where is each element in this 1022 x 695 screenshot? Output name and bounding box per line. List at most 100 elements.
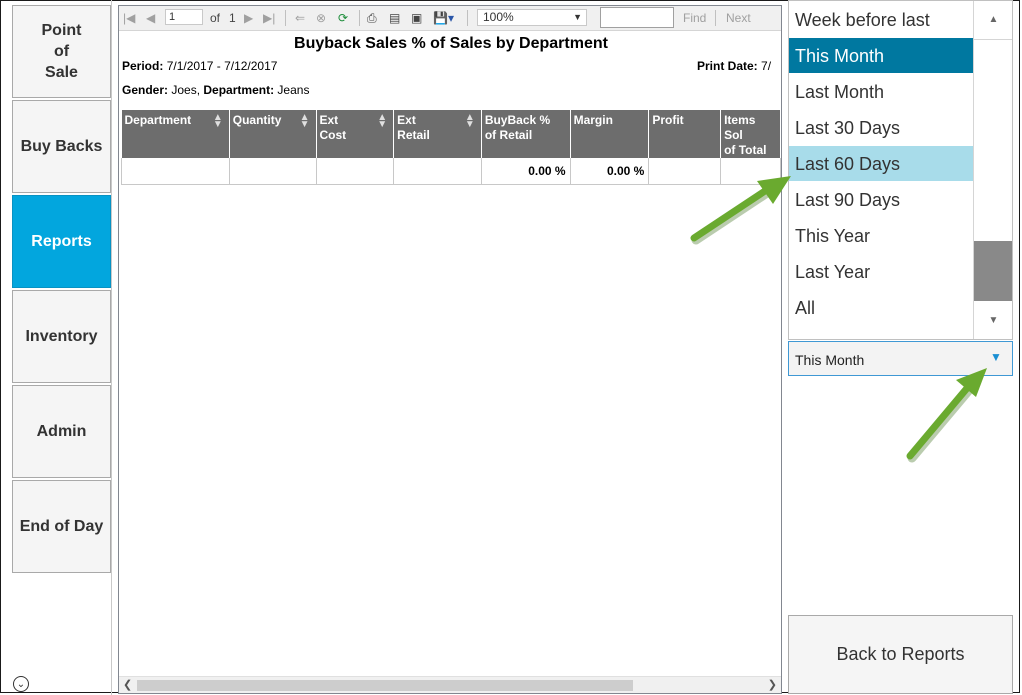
list-item[interactable]: Last Year [789, 254, 973, 289]
column-header-buyback-pct[interactable]: BuyBack % of Retail [481, 110, 571, 158]
print-date-line: Print Date: 7/ [697, 59, 771, 73]
nav-buy-backs-button[interactable]: Buy Backs [12, 100, 111, 193]
table-header-row: Department ▲ ▼ Quantity ▲ ▼ Ext Cost ▲ ▼ Ext R… [121, 110, 781, 158]
table-cell [393, 158, 482, 185]
first-page-icon[interactable]: |◀ [123, 11, 135, 25]
column-header-department[interactable]: Department ▲ ▼ [121, 110, 230, 158]
horizontal-scrollbar[interactable]: ❮ ❯ [119, 676, 781, 693]
print-icon[interactable]: ⎙ [367, 11, 377, 25]
page-setup-icon[interactable]: ▣ [411, 11, 422, 25]
column-header-items-sold[interactable]: Items Sol of Total [720, 110, 781, 158]
scrollbar-thumb[interactable] [974, 241, 1012, 301]
last-page-icon[interactable]: ▶| [263, 11, 275, 25]
table-cell [228, 158, 317, 185]
table-cell: 0.00 % [480, 158, 571, 185]
list-item-highlighted[interactable]: Last 60 Days [789, 146, 973, 181]
chevron-up-icon[interactable]: ▲ [974, 1, 1012, 40]
column-label: Profit [652, 113, 684, 127]
list-item[interactable]: Last 30 Days [789, 110, 973, 145]
chevron-down-icon[interactable]: ⌄ [13, 676, 29, 692]
print-date-value: 7/ [761, 59, 772, 73]
gender-label: Gender: [122, 83, 169, 97]
chevron-left-icon[interactable]: ❮ [123, 678, 132, 691]
department-label: Department: [203, 83, 275, 97]
date-range-combobox[interactable]: This Month ▼ [788, 341, 1013, 376]
refresh-icon[interactable]: ⟳ [338, 11, 348, 25]
column-label: BuyBack % of Retail [484, 113, 551, 142]
column-header-margin[interactable]: Margin [570, 110, 650, 158]
list-item[interactable]: Week before last [789, 2, 973, 37]
stop-icon[interactable]: ⊗ [316, 11, 326, 25]
print-date-label: Print Date: [697, 59, 758, 73]
back-to-reports-button[interactable]: Back to Reports [788, 615, 1013, 694]
table-cell [720, 158, 781, 185]
sort-icon: ▲ ▼ [464, 112, 475, 130]
list-item-selected[interactable]: This Month [789, 38, 973, 73]
column-label: Department [124, 113, 192, 127]
report-table: Department ▲ ▼ Quantity ▲ ▼ Ext Cost ▲ ▼ Ext R… [121, 110, 781, 185]
period-value: 7/1/2017 - 7/12/2017 [166, 59, 278, 73]
nav-end-of-day-button[interactable]: End of Day [12, 480, 111, 573]
column-label: Ext Retail [397, 113, 430, 142]
date-range-panel: Week before last This Month Last Month L… [784, 0, 1020, 695]
period-label: Period: [122, 59, 164, 73]
date-range-list: Week before last This Month Last Month L… [788, 0, 1013, 340]
nav-reports-button[interactable]: Reports [12, 195, 111, 288]
column-header-profit[interactable]: Profit [648, 110, 722, 158]
sort-icon: ▲ ▼ [299, 112, 310, 130]
print-layout-icon[interactable]: ▤ [389, 11, 400, 25]
find-input[interactable] [600, 7, 674, 28]
zoom-value: 100% [483, 10, 514, 24]
table-cell [315, 158, 395, 185]
combobox-value: This Month [795, 352, 865, 368]
toolbar-separator [467, 10, 468, 26]
column-header-quantity[interactable]: Quantity ▲ ▼ [229, 110, 317, 158]
column-label: Margin [573, 113, 613, 127]
column-label: Quantity [232, 113, 282, 127]
list-item[interactable]: Last Month [789, 74, 973, 109]
sort-icon: ▲ ▼ [212, 112, 223, 130]
list-item[interactable]: Last 90 Days [789, 182, 973, 217]
nav-admin-button[interactable]: Admin [12, 385, 111, 478]
report-viewer: |◀ ◀ 1 of 1 ▶ ▶| ⇐ ⊗ ⟳ ⎙ ▤ ▣ 💾▾ 100% ▼ Fi… [118, 5, 782, 694]
zoom-select[interactable]: 100% ▼ [477, 9, 587, 26]
report-title: Buyback Sales % of Sales by Department [294, 35, 608, 52]
vertical-scrollbar[interactable]: ▲ ▼ [973, 1, 1012, 339]
table-cell [121, 158, 230, 185]
toolbar-separator [359, 10, 360, 26]
chevron-right-icon[interactable]: ❯ [768, 678, 777, 691]
column-label: Items Sol of Total [724, 113, 767, 157]
nav-divider [111, 0, 112, 695]
table-row: 0.00 % 0.00 % [121, 158, 781, 185]
sort-icon: ▲ ▼ [377, 112, 388, 130]
period-line: Period: 7/1/2017 - 7/12/2017 [122, 59, 277, 73]
list-item[interactable]: All [789, 290, 973, 325]
dropdown-arrow-icon[interactable]: ▼ [980, 342, 1012, 375]
export-icon[interactable]: 💾▾ [433, 11, 454, 25]
chevron-down-icon: ▼ [573, 12, 582, 22]
filter-line: Gender: Joes, Department: Jeans [122, 83, 309, 97]
nav-inventory-button[interactable]: Inventory [12, 290, 111, 383]
report-toolbar: |◀ ◀ 1 of 1 ▶ ▶| ⇐ ⊗ ⟳ ⎙ ▤ ▣ 💾▾ 100% ▼ Fi… [119, 6, 781, 31]
page-number-input[interactable]: 1 [165, 9, 203, 25]
column-header-ext-cost[interactable]: Ext Cost ▲ ▼ [316, 110, 395, 158]
nav-point-of-sale-button[interactable]: Point of Sale [12, 5, 111, 98]
previous-page-icon[interactable]: ◀ [146, 11, 155, 25]
column-label: Ext Cost [319, 113, 347, 142]
table-cell: 0.00 % [569, 158, 650, 185]
find-link[interactable]: Find [683, 11, 706, 25]
find-next-link[interactable]: Next [726, 11, 751, 25]
toolbar-separator [285, 10, 286, 26]
page-of-label: of [210, 11, 221, 25]
back-icon[interactable]: ⇐ [295, 11, 305, 25]
department-value: Jeans [277, 83, 310, 97]
scrollbar-thumb[interactable] [137, 680, 633, 691]
chevron-down-icon[interactable]: ▼ [974, 303, 1012, 339]
column-header-ext-retail[interactable]: Ext Retail ▲ ▼ [393, 110, 482, 158]
page-total-label: 1 [229, 11, 236, 25]
gender-value: Joes, [171, 83, 201, 97]
next-page-icon[interactable]: ▶ [244, 11, 253, 25]
table-cell [648, 158, 722, 185]
toolbar-separator [715, 10, 716, 26]
list-item[interactable]: This Year [789, 218, 973, 253]
